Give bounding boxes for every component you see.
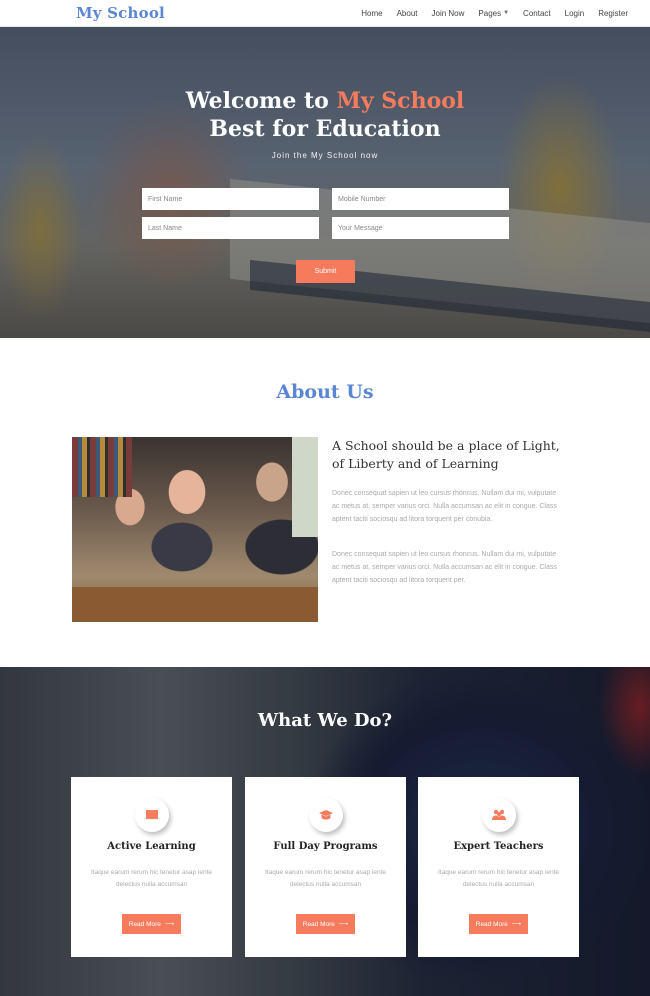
photo-bookshelf	[72, 437, 132, 497]
service-card-full-day: Full Day Programs Itaque earum rerum hic…	[245, 777, 406, 957]
card-text: Itaque earum rerum hic tenetur asap ient…	[90, 869, 213, 888]
read-more-label: Read More	[128, 920, 161, 928]
nav-home[interactable]: Home	[361, 9, 382, 18]
first-name-input[interactable]: First Name	[142, 188, 319, 210]
about-photo	[72, 437, 318, 622]
services-section: What We Do? Active Learning Itaque earum…	[0, 667, 650, 996]
nav-about[interactable]: About	[397, 9, 418, 18]
arrow-right-icon: ⟶	[164, 921, 175, 928]
nav-pages[interactable]: Pages ▼	[478, 9, 509, 18]
last-name-input[interactable]: Last Name	[142, 217, 319, 239]
users-icon	[482, 798, 516, 832]
services-title: What We Do?	[257, 710, 393, 731]
hero-content: Welcome to My School Best for Education …	[0, 27, 650, 338]
card-title: Expert Teachers	[453, 841, 544, 852]
about-paragraph-2: Donec consequat sapien ut leo cursus rho…	[332, 551, 557, 584]
read-more-button[interactable]: Read More ⟶	[122, 914, 181, 934]
service-card-expert-teachers: Expert Teachers Itaque earum rerum hic t…	[418, 777, 579, 957]
mobile-number-input[interactable]: Mobile Number	[332, 188, 509, 210]
card-title: Active Learning	[107, 841, 196, 852]
message-input[interactable]: Your Message	[332, 217, 509, 239]
top-nav: My School Home About Join Now Pages ▼ Con…	[0, 0, 650, 27]
about-paragraph-1: Donec consequat sapien ut leo cursus rho…	[332, 490, 557, 523]
main-menu: Home About Join Now Pages ▼ Contact Login…	[361, 9, 628, 18]
card-text: Itaque earum rerum hic tenetur asap ient…	[437, 869, 560, 888]
arrow-right-icon: ⟶	[511, 921, 522, 928]
service-card-active-learning: Active Learning Itaque earum rerum hic t…	[71, 777, 232, 957]
card-text: Itaque earum rerum hic tenetur asap ient…	[264, 869, 387, 888]
book-icon	[135, 798, 169, 832]
chevron-down-icon: ▼	[503, 10, 510, 16]
about-heading: A School should be a place of Light, of …	[332, 438, 560, 471]
hero-title-line2: Best for Education	[209, 116, 441, 142]
nav-contact[interactable]: Contact	[523, 9, 551, 18]
submit-button[interactable]: Submit	[296, 260, 355, 283]
hero-subtitle: Join the My School now	[271, 151, 379, 160]
arrow-right-icon: ⟶	[338, 921, 349, 928]
hero-title: Welcome to My School Best for Education	[0, 87, 650, 143]
nav-register[interactable]: Register	[598, 9, 628, 18]
nav-pages-label: Pages	[478, 8, 502, 18]
hero-banner: Welcome to My School Best for Education …	[0, 27, 650, 338]
nav-login[interactable]: Login	[565, 9, 585, 18]
about-text: A School should be a place of Light, of …	[332, 437, 562, 587]
nav-join-now[interactable]: Join Now	[432, 9, 465, 18]
hero-title-prefix: Welcome to	[185, 88, 337, 114]
photo-desk	[72, 587, 318, 622]
brand-logo[interactable]: My School	[76, 4, 165, 22]
read-more-button[interactable]: Read More ⟶	[469, 914, 528, 934]
card-title: Full Day Programs	[273, 841, 378, 852]
page: My School Home About Join Now Pages ▼ Con…	[0, 0, 650, 996]
read-more-label: Read More	[475, 920, 508, 928]
read-more-label: Read More	[302, 920, 335, 928]
about-title: About Us	[276, 381, 374, 403]
read-more-button[interactable]: Read More ⟶	[296, 914, 355, 934]
graduation-cap-icon	[309, 798, 343, 832]
photo-window	[292, 437, 318, 537]
signup-form: First Name Mobile Number Last Name Your …	[142, 188, 509, 246]
hero-title-accent: My School	[336, 88, 465, 114]
